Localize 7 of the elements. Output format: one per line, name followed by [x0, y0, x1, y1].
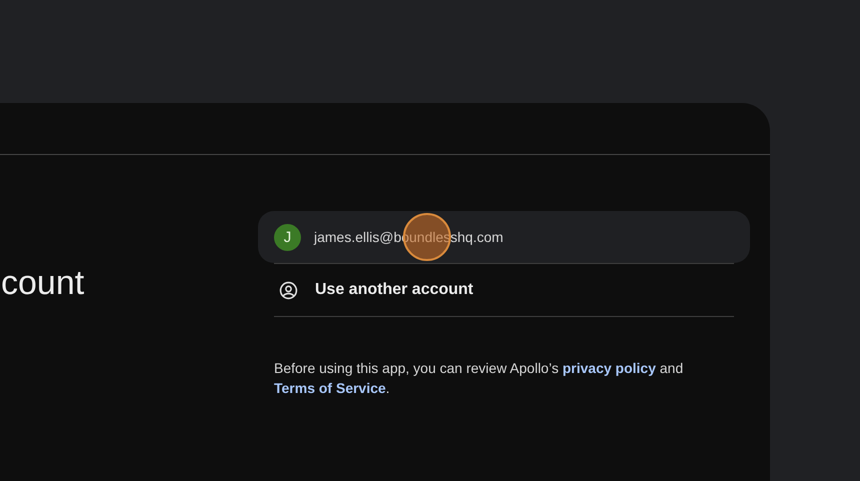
page-heading: count: [1, 263, 86, 303]
person-circle-icon: [279, 280, 298, 300]
disclaimer-text: Before using this app, you can review Apollo’s privacy policy and Terms of Service.: [274, 359, 684, 398]
terms-of-service-link[interactable]: Terms of Service: [274, 380, 386, 396]
use-another-account-button[interactable]: Use another account: [274, 264, 734, 316]
privacy-policy-link[interactable]: privacy policy: [562, 360, 656, 376]
avatar: J: [274, 224, 301, 250]
